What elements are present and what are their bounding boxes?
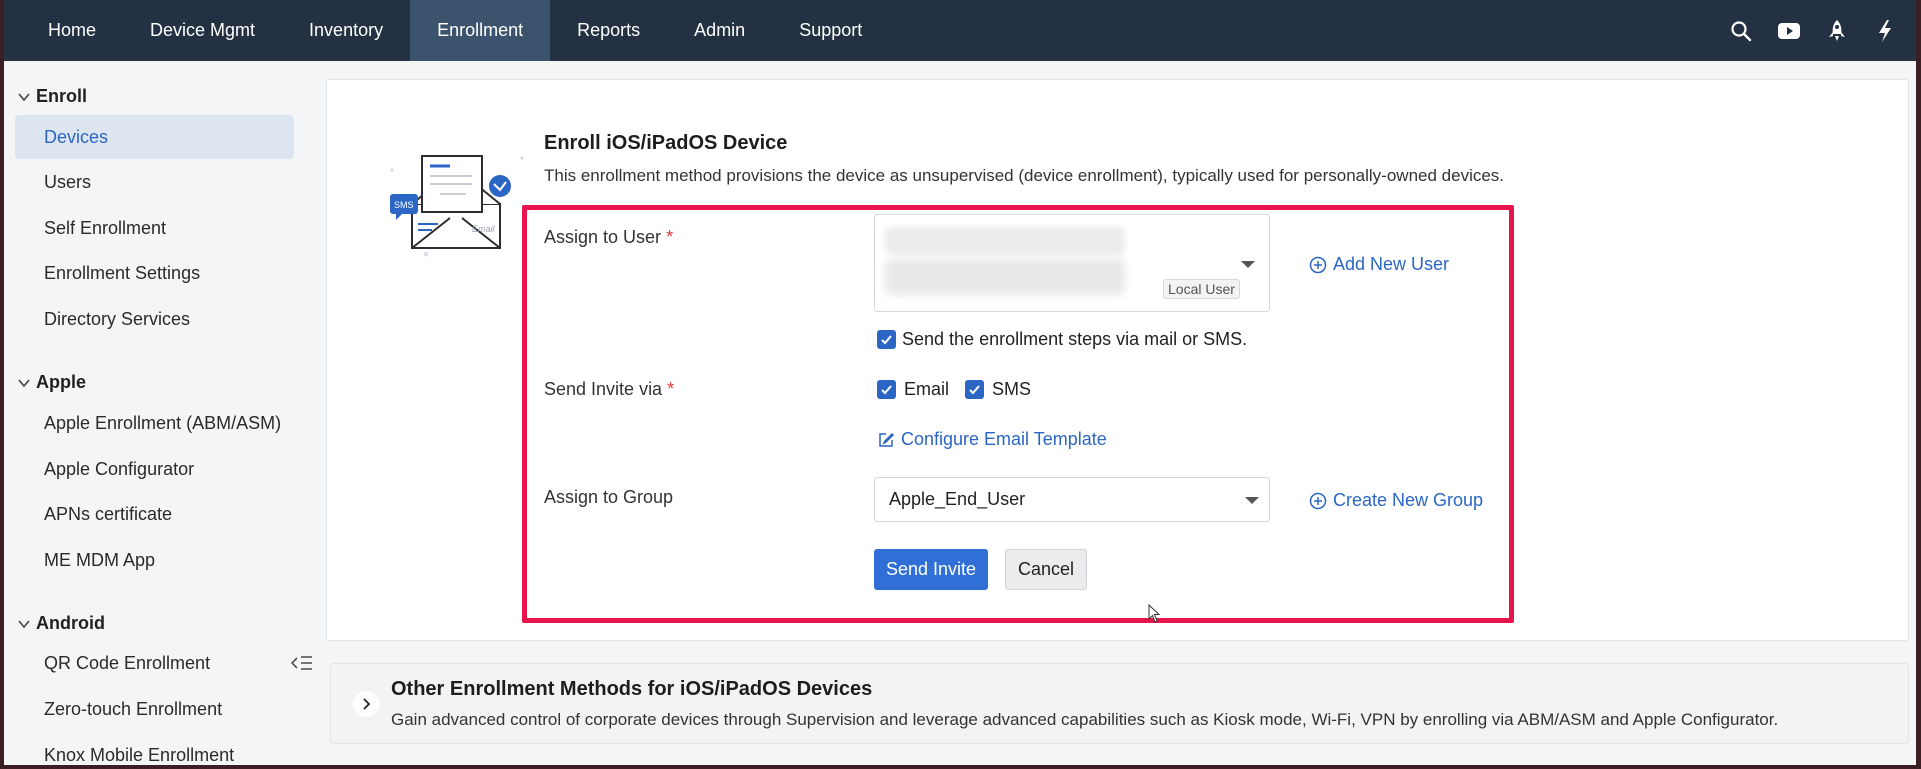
email-label: Email bbox=[904, 379, 950, 399]
sidebar-item-knox-mobile-enrollment[interactable]: Knox Mobile Enrollment bbox=[15, 733, 294, 765]
chevron-down-icon bbox=[18, 92, 30, 101]
nav-admin[interactable]: Admin bbox=[667, 0, 772, 61]
collapse-sidebar-icon[interactable] bbox=[290, 653, 314, 673]
sidebar-section-title: Apple bbox=[36, 372, 87, 392]
nav-icon-group bbox=[1728, 0, 1898, 61]
checkbox-checked-icon bbox=[965, 380, 984, 399]
sidebar-item-devices[interactable]: Devices bbox=[15, 115, 294, 159]
other-methods-title: Other Enrollment Methods for iOS/iPadOS … bbox=[391, 678, 873, 700]
plus-circle-icon bbox=[1309, 492, 1327, 509]
nav-inventory[interactable]: Inventory bbox=[282, 0, 410, 61]
required-mark: * bbox=[666, 227, 674, 247]
chevron-down-icon bbox=[18, 378, 30, 387]
chevron-down-icon bbox=[18, 619, 30, 628]
other-methods-panel: Other Enrollment Methods for iOS/iPadOS … bbox=[330, 663, 1909, 744]
rocket-icon[interactable] bbox=[1824, 18, 1850, 44]
sidebar-section-title: Enroll bbox=[36, 86, 88, 106]
expand-toggle[interactable] bbox=[353, 691, 379, 717]
create-new-group-link[interactable]: Create New Group bbox=[1309, 490, 1483, 511]
app-window: Home Device Mgmt Inventory Enrollment Re… bbox=[4, 0, 1916, 765]
sidebar-item-me-mdm-app[interactable]: ME MDM App bbox=[15, 538, 294, 582]
sidebar-item-directory-services[interactable]: Directory Services bbox=[15, 297, 294, 341]
user-select[interactable]: Local User bbox=[874, 214, 1270, 312]
mouse-cursor-icon bbox=[1148, 604, 1161, 623]
sidebar-item-users[interactable]: Users bbox=[15, 160, 294, 204]
send-invite-button[interactable]: Send Invite bbox=[874, 549, 988, 590]
svg-text:SMS: SMS bbox=[394, 200, 414, 210]
nav-device-mgmt[interactable]: Device Mgmt bbox=[123, 0, 282, 61]
blurred-user-name bbox=[885, 227, 1125, 255]
nav-reports[interactable]: Reports bbox=[550, 0, 667, 61]
sidebar-item-enrollment-settings[interactable]: Enrollment Settings bbox=[15, 251, 294, 295]
sidebar-section-apple[interactable]: Apple bbox=[18, 372, 86, 393]
send-steps-checkbox[interactable]: Send the enrollment steps via mail or SM… bbox=[877, 329, 1247, 350]
sidebar-item-apns-certificate[interactable]: APNs certificate bbox=[15, 492, 294, 536]
chevron-right-icon bbox=[363, 698, 371, 710]
assign-user-label: Assign to User * bbox=[544, 227, 673, 248]
enrollment-illustration: SMS Email bbox=[382, 148, 532, 264]
local-user-tag: Local User bbox=[1163, 279, 1240, 299]
svg-text:Email: Email bbox=[472, 224, 496, 234]
sidebar: Enroll Devices Users Self Enrollment Enr… bbox=[4, 61, 312, 765]
search-icon[interactable] bbox=[1728, 18, 1754, 44]
sidebar-item-qr-code-enrollment[interactable]: QR Code Enrollment bbox=[15, 641, 294, 685]
nav-support[interactable]: Support bbox=[772, 0, 889, 61]
lightning-icon[interactable] bbox=[1872, 18, 1898, 44]
other-methods-description: Gain advanced control of corporate devic… bbox=[391, 710, 1779, 729]
send-steps-label: Send the enrollment steps via mail or SM… bbox=[902, 329, 1248, 349]
checkbox-checked-icon bbox=[877, 330, 896, 349]
configure-email-template-text: Configure Email Template bbox=[901, 429, 1107, 449]
configure-email-template-link[interactable]: Configure Email Template bbox=[877, 429, 1107, 450]
sidebar-item-zero-touch-enrollment[interactable]: Zero-touch Enrollment bbox=[15, 687, 294, 731]
cancel-button[interactable]: Cancel bbox=[1005, 549, 1087, 590]
required-mark: * bbox=[667, 379, 675, 399]
sidebar-section-title: Android bbox=[36, 613, 105, 633]
page-description: This enrollment method provisions the de… bbox=[544, 166, 1505, 185]
page-title: Enroll iOS/iPadOS Device bbox=[544, 132, 788, 154]
send-invite-label: Send Invite via * bbox=[544, 379, 674, 400]
sms-label: SMS bbox=[992, 379, 1032, 399]
group-select-value: Apple_End_User bbox=[889, 489, 1026, 509]
nav-enrollment[interactable]: Enrollment bbox=[410, 0, 551, 61]
sidebar-section-android[interactable]: Android bbox=[18, 613, 105, 634]
nav-home[interactable]: Home bbox=[4, 0, 123, 61]
sidebar-item-self-enrollment[interactable]: Self Enrollment bbox=[15, 206, 294, 250]
sidebar-item-apple-configurator[interactable]: Apple Configurator bbox=[15, 447, 294, 491]
youtube-icon[interactable] bbox=[1776, 18, 1802, 44]
sidebar-item-apple-enrollment[interactable]: Apple Enrollment (ABM/ASM) bbox=[15, 401, 294, 445]
create-new-group-text: Create New Group bbox=[1333, 490, 1484, 510]
send-invite-label-text: Send Invite via bbox=[544, 379, 663, 399]
chevron-down-icon bbox=[1245, 497, 1259, 504]
assign-user-label-text: Assign to User bbox=[544, 227, 662, 247]
sms-checkbox[interactable]: SMS bbox=[965, 379, 1031, 400]
email-checkbox[interactable]: Email bbox=[877, 379, 949, 400]
sidebar-section-enroll[interactable]: Enroll bbox=[18, 86, 87, 107]
checkbox-checked-icon bbox=[877, 380, 896, 399]
chevron-down-icon bbox=[1241, 261, 1255, 268]
plus-circle-icon bbox=[1309, 256, 1327, 273]
top-nav: Home Device Mgmt Inventory Enrollment Re… bbox=[4, 0, 1916, 61]
add-new-user-text: Add New User bbox=[1333, 254, 1450, 274]
blurred-user-email bbox=[885, 259, 1125, 295]
edit-icon bbox=[879, 432, 895, 447]
add-new-user-link[interactable]: Add New User bbox=[1309, 254, 1449, 275]
group-select[interactable]: Apple_End_User bbox=[874, 477, 1270, 522]
assign-group-label: Assign to Group bbox=[544, 487, 674, 507]
